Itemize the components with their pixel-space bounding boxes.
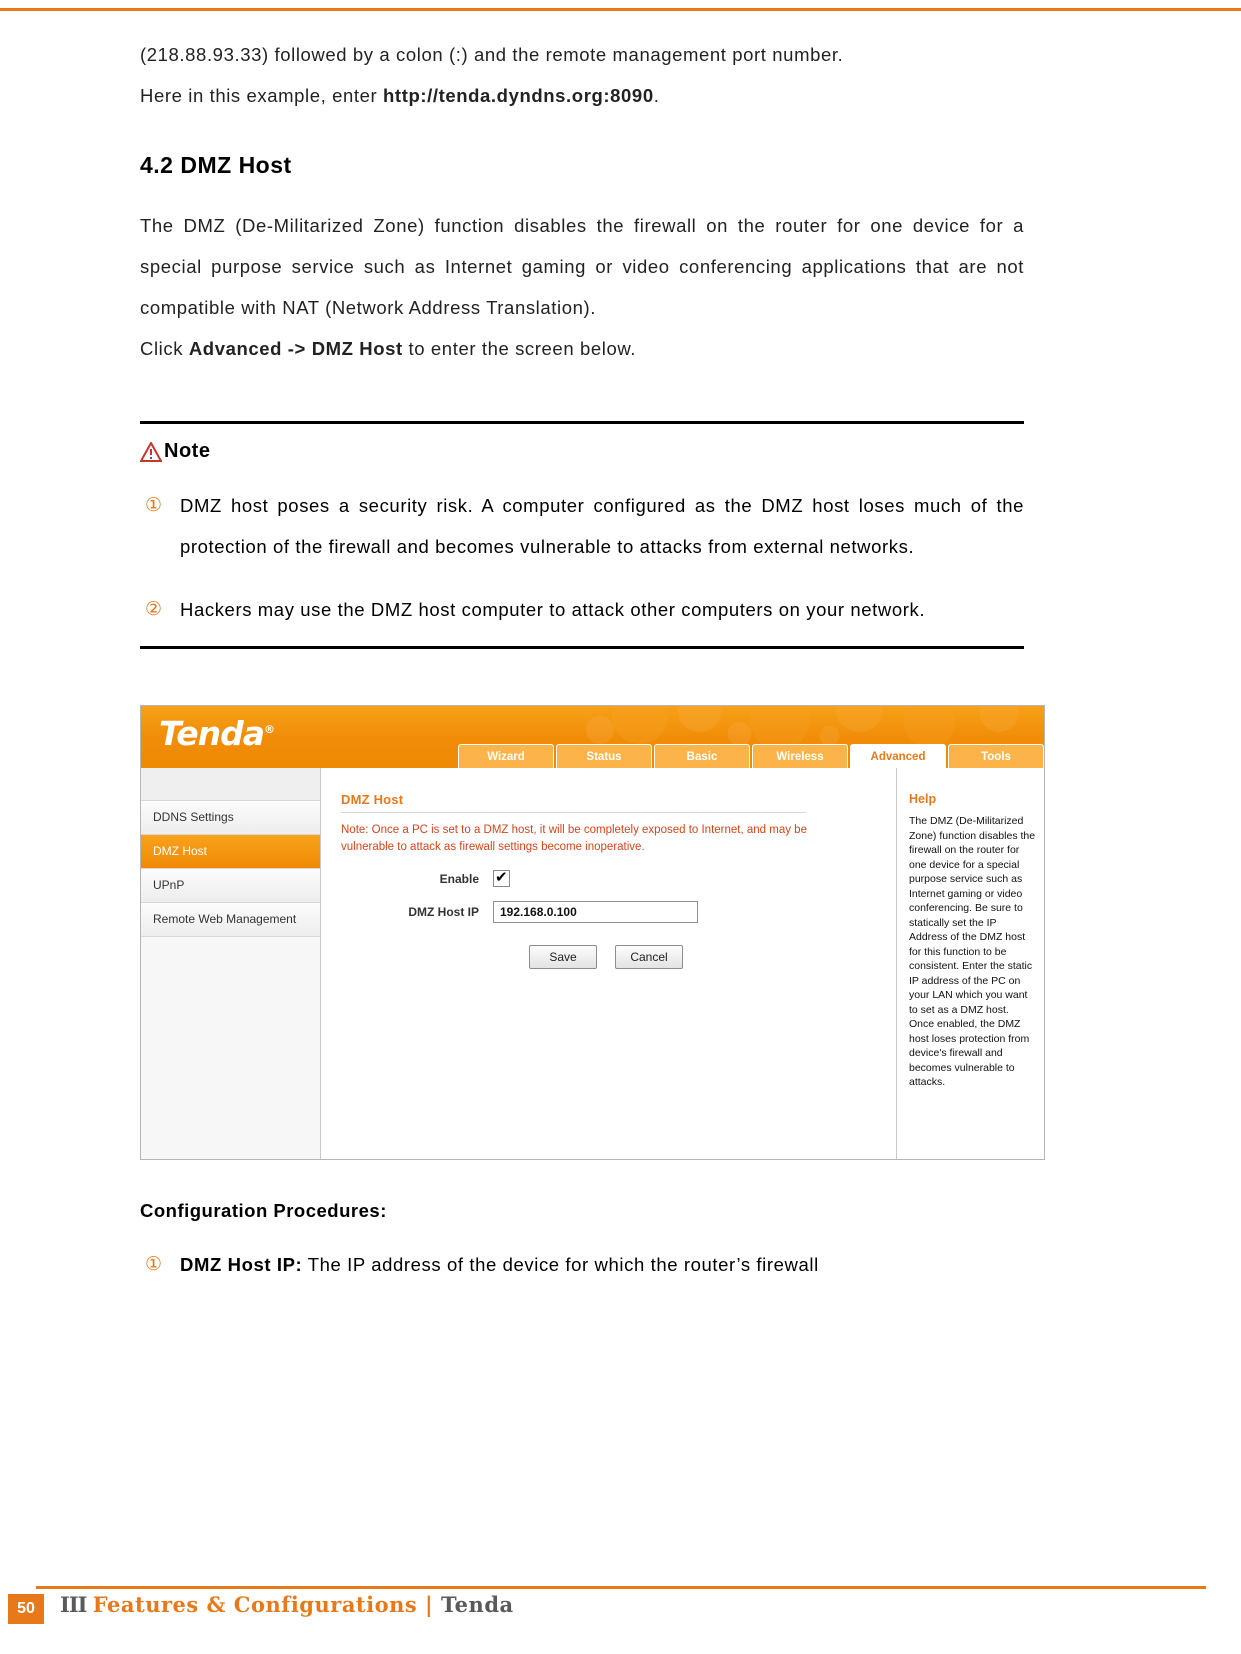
warning-triangle-icon: [140, 441, 162, 462]
note-top-rule: [140, 421, 1024, 424]
help-title: Help: [909, 792, 937, 806]
note-item-2: ② Hackers may use the DMZ host computer …: [140, 589, 1024, 630]
cancel-button[interactable]: Cancel: [615, 945, 683, 969]
note-text-1: DMZ host poses a security risk. A comput…: [180, 495, 1024, 557]
note-marker-2: ②: [145, 599, 163, 620]
intro-line-2-suffix: .: [653, 85, 660, 106]
nav-tab-wizard[interactable]: Wizard: [458, 744, 554, 768]
note-label: Note: [164, 440, 211, 462]
dmz-host-ip-input[interactable]: 192.168.0.100: [493, 901, 698, 923]
logo-registered-mark: ®: [264, 723, 275, 736]
enable-row: Enable: [341, 868, 880, 887]
page-number: 50: [8, 1594, 44, 1624]
dmz-host-ip-label: DMZ Host IP: [408, 905, 479, 919]
router-ui-screenshot: Tenda® Wizard Status Basic Wireless Adva…: [140, 705, 1045, 1160]
config-desc-1: The IP address of the device for which t…: [302, 1254, 819, 1275]
footer-bars: III: [60, 1592, 93, 1617]
sidebar-item-remote-web-management[interactable]: Remote Web Management: [141, 903, 320, 937]
footer-title: III Features & Configurations | Tenda: [60, 1592, 514, 1617]
note-block: Note ① DMZ host poses a security risk. A…: [140, 421, 1024, 649]
nav-tab-status[interactable]: Status: [556, 744, 652, 768]
click-suffix: to enter the screen below.: [402, 338, 637, 359]
footer-brand: Tenda: [440, 1592, 514, 1617]
footer-rule: [36, 1586, 1206, 1589]
page-title: 4.2 DMZ Host: [140, 152, 292, 178]
main-pane: DMZ Host Note: Once a PC is set to a DMZ…: [321, 768, 896, 1159]
sidebar-item-dmz-host[interactable]: DMZ Host: [141, 835, 320, 869]
note-item-1: ① DMZ host poses a security risk. A comp…: [140, 485, 1024, 567]
sidebar-item-upnp[interactable]: UPnP: [141, 869, 320, 903]
config-text-1: DMZ Host IP: The IP address of the devic…: [180, 1244, 1024, 1285]
nav-tab-basic[interactable]: Basic: [654, 744, 750, 768]
pane-title: DMZ Host: [341, 792, 404, 807]
help-text: The DMZ (De-Militarized Zone) function d…: [909, 815, 1036, 1088]
note-text-2: Hackers may use the DMZ host computer to…: [180, 599, 926, 620]
router-ui-body: DDNS Settings DMZ Host UPnP Remote Web M…: [141, 768, 1044, 1159]
note-bottom-rule: [140, 646, 1024, 649]
router-ui-header: Tenda® Wizard Status Basic Wireless Adva…: [141, 706, 1044, 768]
logo-text: Tenda: [159, 714, 265, 753]
footer-chapter: Features & Configurations |: [92, 1592, 441, 1617]
config-marker-1: ①: [145, 1254, 163, 1275]
dmz-host-ip-row: DMZ Host IP 192.168.0.100: [341, 901, 880, 923]
top-nav: Wizard Status Basic Wireless Advanced To…: [456, 744, 1044, 768]
page-top-rule: [0, 8, 1241, 11]
config-item-1: ① DMZ Host IP: The IP address of the dev…: [140, 1244, 1024, 1285]
note-heading: Note: [140, 440, 1024, 463]
help-pane: Help The DMZ (De-Militarized Zone) funct…: [896, 768, 1044, 1159]
section-click-line: Click Advanced -> DMZ Host to enter the …: [140, 328, 1024, 369]
pane-divider: [341, 812, 806, 813]
sidebar-item-ddns-settings[interactable]: DDNS Settings: [141, 801, 320, 835]
tenda-logo: Tenda®: [159, 714, 275, 753]
enable-label: Enable: [439, 871, 479, 886]
nav-tab-wireless[interactable]: Wireless: [752, 744, 848, 768]
button-row: Save Cancel: [341, 945, 880, 969]
nav-tab-advanced[interactable]: Advanced: [850, 744, 946, 768]
pane-warning-note: Note: Once a PC is set to a DMZ host, it…: [341, 824, 807, 853]
section-body: The DMZ (De-Militarized Zone) function d…: [140, 215, 1024, 318]
intro-line-2: Here in this example, enter http://tenda…: [140, 75, 1024, 116]
configuration-procedures-title: Configuration Procedures:: [140, 1200, 387, 1221]
side-nav-spacer: [141, 768, 320, 801]
click-path: Advanced -> DMZ Host: [188, 338, 403, 359]
note-marker-1: ①: [145, 495, 163, 516]
intro-line-2-prefix: Here in this example, enter: [140, 85, 384, 106]
enable-checkbox[interactable]: [493, 868, 510, 887]
nav-tab-tools[interactable]: Tools: [948, 744, 1044, 768]
save-button[interactable]: Save: [529, 945, 597, 969]
page-content: (218.88.93.33) followed by a colon (:) a…: [140, 34, 1045, 1285]
click-prefix: Click: [140, 338, 189, 359]
page-footer: 50 III Features & Configurations | Tenda: [0, 1586, 1241, 1632]
intro-line-1: (218.88.93.33) followed by a colon (:) a…: [140, 44, 844, 65]
side-nav: DDNS Settings DMZ Host UPnP Remote Web M…: [141, 768, 321, 1159]
config-term-1: DMZ Host IP:: [180, 1254, 303, 1275]
intro-url: http://tenda.dyndns.org:8090: [383, 85, 654, 106]
